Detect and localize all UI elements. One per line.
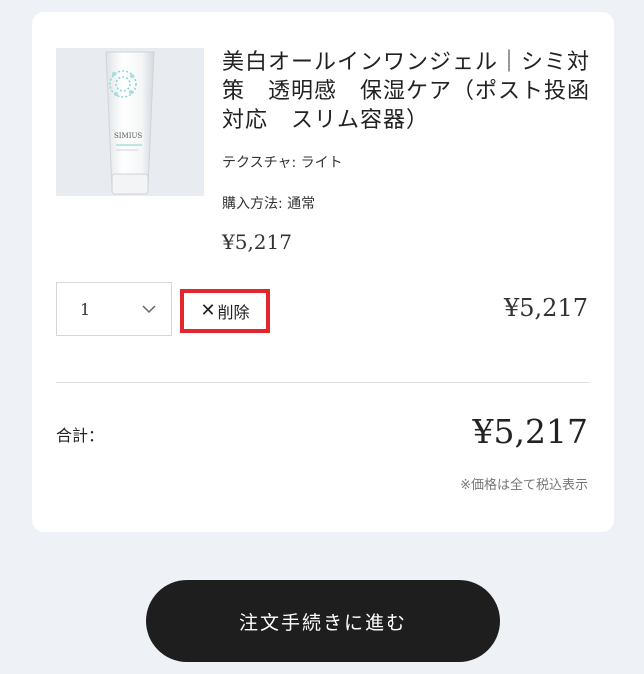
quantity-value: 1 — [80, 300, 91, 319]
divider — [56, 382, 590, 383]
product-brand-text: SIMIUS — [114, 132, 142, 140]
delete-button[interactable]: ✕ 削除 — [180, 289, 270, 333]
product-image[interactable]: SIMIUS — [56, 48, 204, 196]
line-price: ¥5,217 — [504, 294, 588, 322]
delete-label: 削除 — [217, 303, 250, 322]
product-tube-illustration: SIMIUS — [105, 51, 155, 195]
checkout-button[interactable]: 注文手続きに進む — [146, 580, 500, 662]
product-variant: テクスチャ: ライト — [222, 155, 343, 171]
total-label: 合計： — [56, 426, 105, 445]
purchase-method: 購入方法: 通常 — [222, 196, 316, 212]
product-title[interactable]: 美白オールインワンジェル｜シミ対策 透明感 保湿ケア（ポスト投函対応 スリム容器… — [222, 48, 592, 135]
tax-note: ※価格は全て税込表示 — [460, 478, 588, 493]
chevron-down-icon — [142, 305, 156, 314]
close-icon: ✕ — [200, 300, 216, 321]
quantity-select[interactable]: 1 — [56, 282, 172, 336]
total-price: ¥5,217 — [472, 412, 588, 451]
cart-card: SIMIUS 美白オールインワンジェル｜シミ対策 透明感 保湿ケア（ポスト投函対… — [32, 12, 614, 532]
unit-price: ¥5,217 — [222, 230, 292, 254]
